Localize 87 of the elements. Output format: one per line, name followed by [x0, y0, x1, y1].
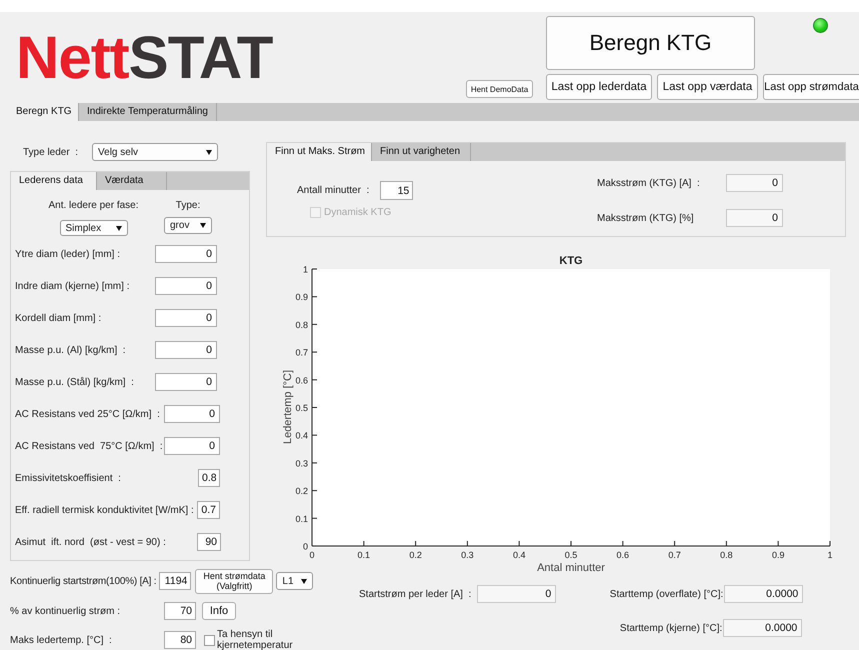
field-label: Maks ledertemp. [°C] :: [10, 634, 113, 646]
data-tab[interactable]: Lederens data: [11, 172, 97, 190]
tick-label: 0.4: [512, 550, 526, 560]
input-field[interactable]: 0: [164, 405, 220, 423]
result-tab[interactable]: Finn ut Maks. Strøm: [267, 143, 372, 161]
output-field[interactable]: 0: [726, 174, 783, 192]
phase-dropdown[interactable]: L1: [276, 572, 314, 590]
demo-data-button[interactable]: Hent DemoData: [466, 80, 533, 98]
field-label: Asimut ift. nord (øst - vest = 90) :: [15, 536, 167, 548]
conductors-per-phase-dropdown[interactable]: Simplex: [60, 220, 128, 236]
output-field[interactable]: 0: [726, 209, 783, 227]
tick-label: 0.7: [668, 550, 681, 560]
tick-label: 0.5: [295, 403, 308, 413]
surface-type-dropdown[interactable]: grov: [164, 217, 212, 234]
tick-label: 0.1: [358, 550, 370, 560]
field-label: Starttemp (overflate) [°C]:: [610, 588, 724, 600]
input-field[interactable]: 0: [155, 309, 217, 327]
field-label: Emissivitetskoeffisient :: [15, 472, 122, 484]
fetch-current-button[interactable]: Hent strømdata (Valgfritt): [195, 568, 274, 594]
conductor-type-dropdown[interactable]: Velg selv: [92, 143, 218, 161]
tick-label: 1: [302, 264, 308, 274]
field-label: Kontinuerlig startstrøm(100%) [A] :: [10, 576, 156, 586]
main-tab[interactable]: Beregn KTG: [8, 103, 79, 121]
tick-label: 0.7: [295, 348, 308, 358]
tick-label: 0.8: [720, 550, 733, 560]
field-label: Antall minutter :: [297, 185, 370, 196]
field-label: AC Resistans ved 75°C [Ω/km] :: [15, 440, 164, 452]
input-field[interactable]: 1194: [159, 572, 192, 590]
info-button[interactable]: Info: [202, 602, 236, 620]
field-label: Starttemp (kjerne) [°C]:: [620, 622, 722, 634]
field-label: Eff. radiell termisk konduktivitet [W/mK] :: [15, 504, 195, 516]
field-label: Type leder :: [23, 146, 78, 158]
output-field[interactable]: 0.0000: [724, 585, 804, 603]
tick-label: 1: [828, 550, 832, 560]
field-label: Masse p.u. (Stål) [kg/km] :: [15, 376, 135, 388]
input-field[interactable]: 90: [197, 533, 221, 551]
checkbox-label: Ta hensyn til kjernetemperatur: [217, 629, 294, 650]
input-field[interactable]: 0: [155, 341, 217, 359]
tick-label: 0.2: [409, 550, 422, 560]
tick-label: 0: [310, 550, 314, 560]
field-label: Type:: [176, 200, 200, 211]
upload-button[interactable]: Last opp lederdata: [546, 74, 652, 100]
checkbox[interactable]: [204, 634, 215, 646]
field-label: Maksstrøm (KTG) [A] :: [597, 178, 700, 188]
field-label: % av kontinuerlig strøm :: [10, 606, 122, 616]
axis-title: Ledertemp [°C]: [282, 370, 294, 444]
data-tab[interactable]: Værdata: [97, 172, 167, 190]
output-field[interactable]: 0.0000: [723, 619, 802, 637]
tick-label: 0.1: [295, 514, 308, 524]
compute-button[interactable]: Beregn KTG: [546, 16, 755, 70]
field-label: Startstrøm per leder [A] :: [359, 588, 472, 600]
field-label: Ytre diam (leder) [mm] :: [15, 248, 122, 260]
result-tab[interactable]: Finn ut varigheten: [372, 143, 471, 161]
tick-label: 0.9: [772, 550, 784, 560]
input-field[interactable]: 0: [155, 373, 217, 391]
field-label: Kordell diam [mm] :: [15, 312, 102, 324]
input-field[interactable]: 0.7: [197, 501, 220, 519]
chart-title: KTG: [559, 255, 583, 267]
tick-label: 0.6: [295, 375, 308, 386]
field-label: Ant. ledere per fase:: [48, 200, 139, 211]
field-label: AC Resistans ved 25°C [Ω/km] :: [15, 408, 161, 420]
nettstat-logo: NettSTAT: [16, 30, 274, 86]
input-field[interactable]: 0: [155, 245, 217, 263]
tick-label: 0.3: [295, 458, 308, 468]
input-field[interactable]: 15: [380, 181, 414, 200]
tick-label: 0.2: [295, 486, 308, 496]
tick-label: 0: [302, 542, 308, 552]
tick-label: 0.4: [295, 430, 308, 441]
checkbox-label: Dynamisk KTG: [324, 207, 392, 218]
input-field[interactable]: 70: [164, 602, 196, 620]
field-label: Masse p.u. (Al) [kg/km] :: [15, 344, 127, 356]
input-field[interactable]: 80: [164, 631, 196, 649]
upload-button[interactable]: Last opp strømdata: [763, 74, 859, 100]
axis-title: Antal minutter: [537, 562, 605, 574]
tick-label: 0.8: [295, 320, 308, 330]
tick-label: 0.3: [461, 550, 474, 560]
tick-label: 0.9: [295, 292, 308, 302]
input-field[interactable]: 0: [164, 437, 220, 455]
main-tab[interactable]: Indirekte Temperaturmåling: [79, 103, 217, 121]
input-field[interactable]: 0.8: [198, 469, 220, 487]
input-field[interactable]: 0: [155, 277, 217, 295]
tick-label: 0.6: [616, 550, 630, 560]
field-label: Indre diam (kjerne) [mm] :: [15, 280, 130, 292]
upload-button[interactable]: Last opp værdata: [657, 74, 758, 100]
output-field[interactable]: 0: [477, 585, 556, 603]
field-label: Maksstrøm (KTG) [%]: [597, 212, 694, 224]
tick-label: 0.5: [564, 550, 578, 560]
